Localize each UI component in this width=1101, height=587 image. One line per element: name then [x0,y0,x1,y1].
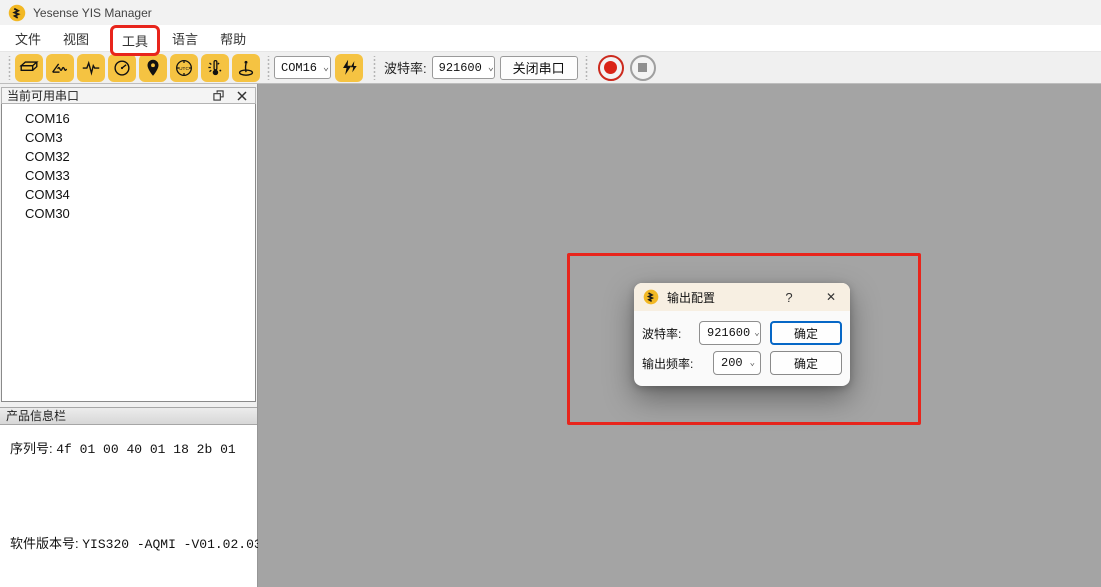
baud-rate-label: 波特率: [384,58,427,77]
refresh-ports-button[interactable] [335,54,363,82]
com-port-value: COM16 [281,61,317,75]
port-list: COM16 COM3 COM32 COM33 COM34 COM30 [1,104,256,402]
app-logo-icon [8,4,26,22]
port-list-item[interactable]: COM30 [2,204,255,223]
gnss-button[interactable] [139,54,167,82]
chevron-down-icon: ⌄ [750,328,759,338]
menu-tools[interactable]: 工具 [110,25,160,56]
baud-rate-row: 波特率: 921600 ⌄ 确定 [642,321,842,345]
serial-number-row: 序列号: 4f 01 00 40 01 18 2b 01 [10,438,257,457]
dialog-close-button[interactable]: ✕ [822,290,840,304]
workspace: 输出配置 ? ✕ 波特率: 921600 ⌄ 确定 输出频率: [258,84,1101,587]
dialog-rate-label: 输出频率: [642,355,693,372]
dialog-rate-value: 200 [721,356,743,370]
close-serial-button[interactable]: 关闭串口 [500,56,578,80]
dialog-baud-label: 波特率: [642,325,681,342]
close-panel-button[interactable] [234,89,250,103]
dialog-title-bar[interactable]: 输出配置 ? ✕ [634,283,850,311]
firmware-version-label: 软件版本号: [10,536,79,551]
menu-help[interactable]: 帮助 [215,26,251,51]
location-pin-icon [142,57,164,79]
utc-time-button[interactable]: UTC [170,54,198,82]
chevron-down-icon: ⌄ [746,358,755,368]
dock-header: 当前可用串口 [1,87,256,104]
menu-language[interactable]: 语言 [167,26,203,51]
attitude-angle-wave-icon [49,57,71,79]
port-list-item[interactable]: COM3 [2,128,255,147]
record-button[interactable] [598,55,624,81]
confirm-rate-button[interactable]: 确定 [770,351,842,375]
double-lightning-icon [338,57,360,79]
float-panel-button[interactable] [210,89,226,103]
port-list-item[interactable]: COM16 [2,109,255,128]
gauge-button[interactable] [108,54,136,82]
pulse-waveform-icon [80,57,102,79]
chevron-down-icon: ⌄ [482,62,494,74]
serial-port-dock: 当前可用串口 COM16 COM3 COM32 COM33 COM34 [0,84,258,587]
app-window: Yesense YIS Manager 文件 视图 工具 语言 帮助 [0,0,1101,587]
baud-rate-select[interactable]: 921600 ⌄ [432,56,495,79]
svg-text:UTC: UTC [179,65,189,71]
3d-box-button[interactable] [15,54,43,82]
dialog-logo-icon [643,289,659,305]
serial-number-value: 4f 01 00 40 01 18 2b 01 [56,442,235,457]
baud-rate-value: 921600 [439,61,482,75]
firmware-version-value: YIS320 -AQMI -V01.02.03; [82,537,269,552]
menu-file[interactable]: 文件 [10,26,46,51]
port-list-item[interactable]: COM34 [2,185,255,204]
level-button[interactable] [232,54,260,82]
stop-icon [638,63,647,72]
title-bar: Yesense YIS Manager [0,0,1101,25]
gauge-icon [111,57,133,79]
serial-number-label: 序列号: [10,441,53,456]
dialog-body: 波特率: 921600 ⌄ 确定 输出频率: 200 ⌄ 确定 [634,311,850,386]
firmware-version-row: 软件版本号: YIS320 -AQMI -V01.02.03; [10,533,257,552]
dialog-baud-value: 921600 [707,326,750,340]
chevron-down-icon: ⌄ [317,62,329,74]
waveform-button[interactable] [77,54,105,82]
dock-title: 当前可用串口 [7,87,202,104]
dialog-baud-select[interactable]: 921600 ⌄ [699,321,761,345]
port-list-item[interactable]: COM33 [2,166,255,185]
dialog-help-button[interactable]: ? [780,290,798,305]
product-info-body: 序列号: 4f 01 00 40 01 18 2b 01 软件版本号: YIS3… [0,425,257,587]
output-config-dialog: 输出配置 ? ✕ 波特率: 921600 ⌄ 确定 输出频率: [634,283,850,386]
toolbar-drag-handle[interactable] [7,56,12,80]
output-rate-row: 输出频率: 200 ⌄ 确定 [642,351,842,375]
toolbar-drag-handle[interactable] [372,56,377,80]
temperature-button[interactable] [201,54,229,82]
window-title: Yesense YIS Manager [33,6,152,20]
toolbar-drag-handle[interactable] [266,56,271,80]
3d-box-icon [18,57,40,79]
attitude-angle-button[interactable] [46,54,74,82]
utc-clock-icon: UTC [173,57,195,79]
menu-view[interactable]: 视图 [58,26,94,51]
toolbar-drag-handle[interactable] [584,56,589,80]
content-area: 当前可用串口 COM16 COM3 COM32 COM33 COM34 [0,84,1101,587]
stop-button[interactable] [630,55,656,81]
thermometer-icon [204,57,226,79]
record-icon [604,61,617,74]
menu-bar: 文件 视图 工具 语言 帮助 [0,25,1101,52]
port-list-item[interactable]: COM32 [2,147,255,166]
com-port-select[interactable]: COM16 ⌄ [274,56,331,79]
plumb-level-icon [235,57,257,79]
toolbar: UTC [0,52,1101,84]
dialog-title: 输出配置 [667,289,780,306]
product-info-header: 产品信息栏 [0,407,257,425]
confirm-baud-button[interactable]: 确定 [770,321,842,345]
dialog-rate-select[interactable]: 200 ⌄ [713,351,761,375]
